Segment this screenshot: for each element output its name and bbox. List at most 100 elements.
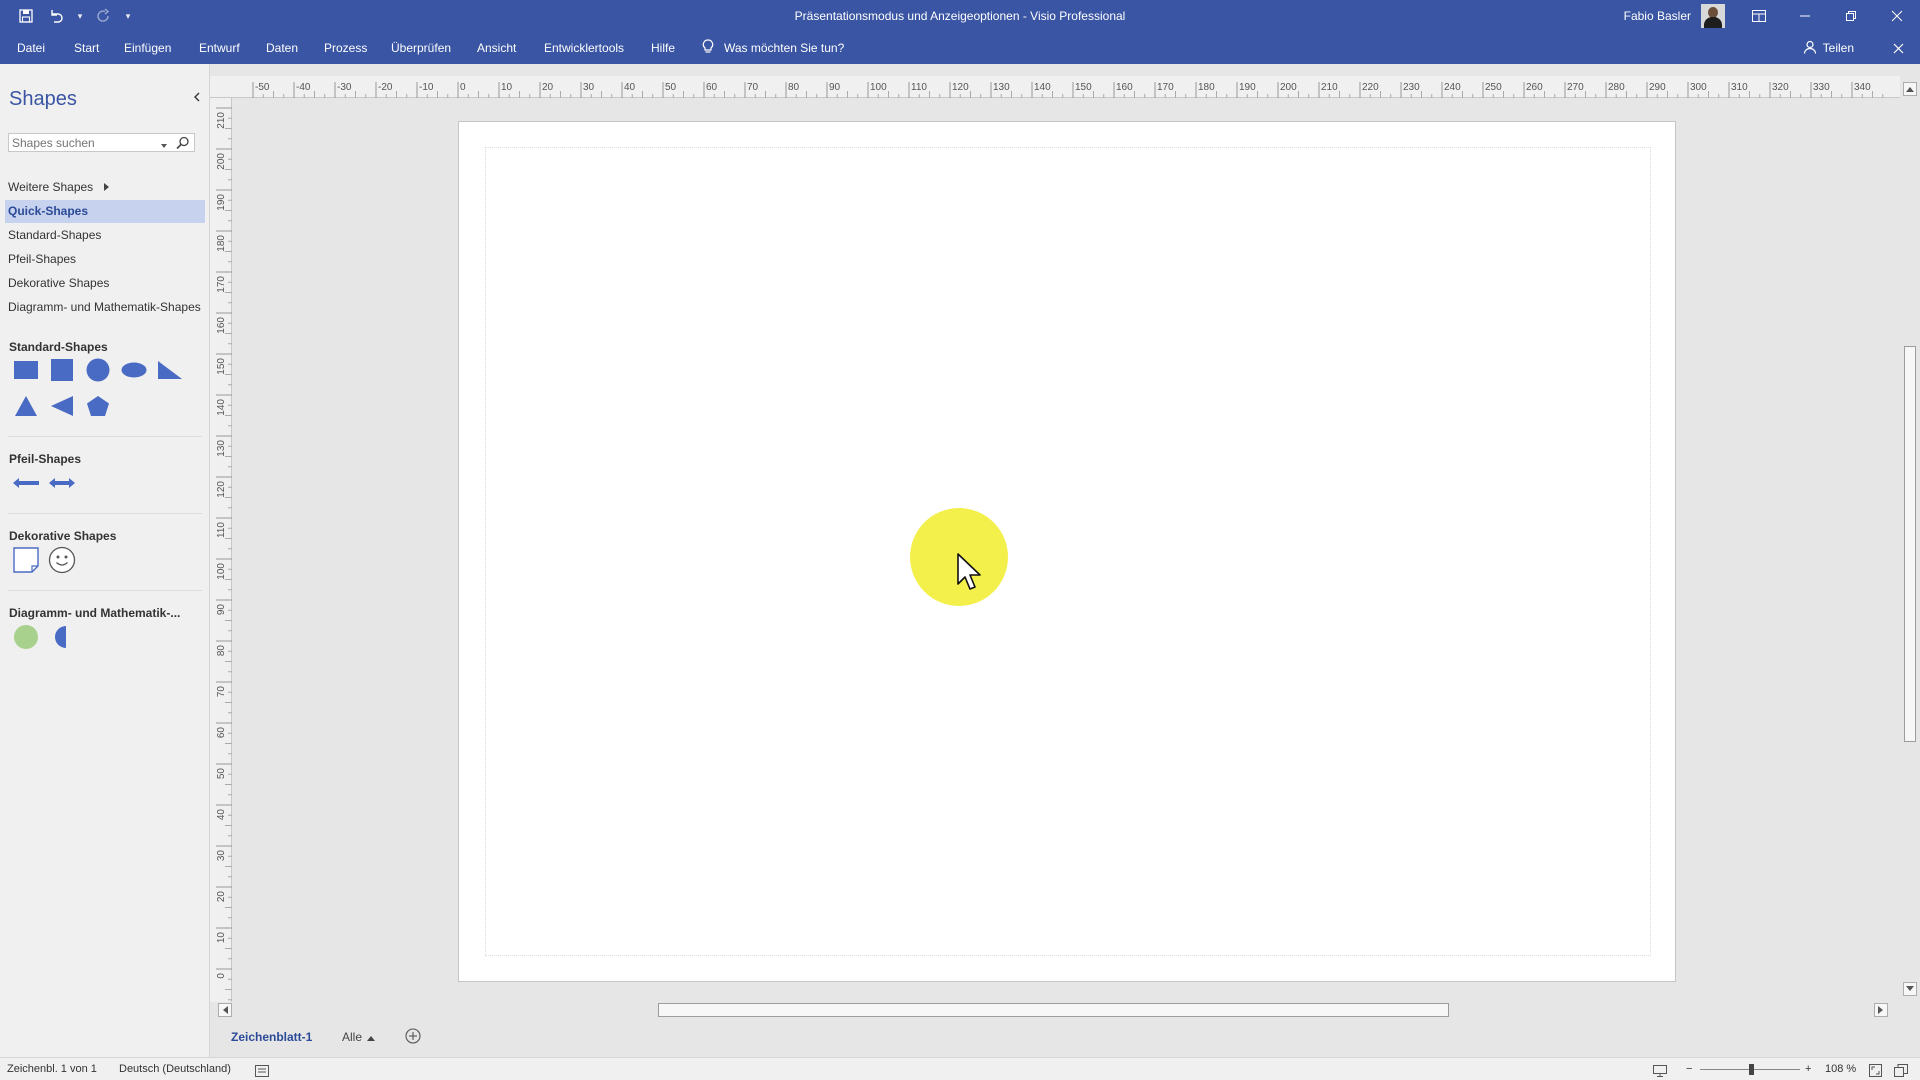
green-circle-shape[interactable] <box>11 622 41 652</box>
ruler-label: 270 <box>1567 82 1584 93</box>
menu-start[interactable]: Start <box>72 32 101 64</box>
menu-datei[interactable]: Datei <box>15 32 47 64</box>
menu-entwurf[interactable]: Entwurf <box>197 32 242 64</box>
ruler-label: 90 <box>829 82 841 93</box>
vertical-scrollbar[interactable] <box>1900 76 1920 1002</box>
circle-shape[interactable] <box>83 355 113 385</box>
menu-einfuegen[interactable]: Einfügen <box>122 32 173 64</box>
avatar[interactable] <box>1701 4 1725 28</box>
ribbon-display-options-icon[interactable] <box>1736 0 1782 32</box>
triangle-shape[interactable] <box>11 391 41 421</box>
fit-page-icon[interactable] <box>1869 1063 1882 1077</box>
horizontal-scrollbar[interactable] <box>210 1002 1900 1018</box>
macro-record-icon[interactable] <box>255 1063 269 1077</box>
ruler-label: 160 <box>216 317 227 334</box>
ruler-label: 100 <box>870 82 887 93</box>
chevron-left-icon[interactable] <box>190 90 204 104</box>
tab-zeichenblatt-1[interactable]: Zeichenblatt-1 <box>231 1030 312 1044</box>
menu-ansicht[interactable]: Ansicht <box>475 32 518 64</box>
right-triangle-shape[interactable] <box>155 355 185 385</box>
ruler-label: 230 <box>1403 82 1420 93</box>
double-arrow-shape[interactable] <box>47 468 77 498</box>
divider <box>8 436 202 437</box>
minimize-icon[interactable] <box>1782 0 1828 32</box>
vertical-scroll-thumb[interactable] <box>1904 346 1916 742</box>
switch-windows-icon[interactable] <box>1894 1063 1908 1077</box>
nav-item-arrow-shapes[interactable]: Pfeil-Shapes <box>5 248 205 271</box>
divider <box>8 513 202 514</box>
scroll-up-icon[interactable] <box>1903 82 1917 96</box>
arrow-left-shape[interactable] <box>11 468 41 498</box>
smiley-shape[interactable] <box>47 545 77 575</box>
ruler-label: 0 <box>216 973 227 979</box>
page-indicator[interactable]: Zeichenbl. 1 von 1 <box>7 1058 97 1080</box>
lightbulb-icon <box>702 38 714 58</box>
nav-item-math-shapes[interactable]: Diagramm- und Mathematik-Shapes <box>5 296 205 319</box>
ellipse-shape[interactable] <box>119 355 149 385</box>
menu-daten[interactable]: Daten <box>264 32 300 64</box>
ruler-label: 190 <box>216 194 227 211</box>
undo-dropdown-icon[interactable]: ▾ <box>74 4 86 28</box>
ruler-label: 300 <box>1690 82 1707 93</box>
zoom-slider-thumb[interactable] <box>1749 1064 1754 1075</box>
drawing-canvas[interactable] <box>232 98 1900 1002</box>
more-shapes-item[interactable]: Weitere Shapes <box>5 176 205 199</box>
ruler-label: 60 <box>706 82 718 93</box>
restore-icon[interactable] <box>1828 0 1874 32</box>
ruler-label: 40 <box>216 809 227 821</box>
presentation-mode-icon[interactable] <box>1653 1063 1667 1077</box>
user-account[interactable]: Fabio Basler <box>1624 0 1725 32</box>
menu-entwicklertools[interactable]: Entwicklertools <box>542 32 626 64</box>
ruler-label: 180 <box>216 235 227 252</box>
pentagon-shape[interactable] <box>83 391 113 421</box>
menu-prozess[interactable]: Prozess <box>322 32 369 64</box>
menu-hilfe[interactable]: Hilfe <box>649 32 677 64</box>
nav-item-standard-shapes[interactable]: Standard-Shapes <box>5 224 205 247</box>
status-bar: Zeichenbl. 1 von 1 Deutsch (Deutschland)… <box>0 1057 1920 1080</box>
menu-ueberpruefen[interactable]: Überprüfen <box>389 32 453 64</box>
ruler-label: -20 <box>378 82 393 93</box>
ruler-label: 250 <box>1485 82 1502 93</box>
nav-item-quick-shapes[interactable]: Quick-Shapes <box>5 200 205 223</box>
drawing-page[interactable] <box>458 121 1676 982</box>
collapse-ribbon-icon[interactable] <box>1886 32 1910 64</box>
horizontal-scroll-thumb[interactable] <box>658 1003 1449 1017</box>
rectangle-shape[interactable] <box>11 355 41 385</box>
save-icon[interactable] <box>14 4 38 28</box>
search-icon[interactable] <box>175 135 191 151</box>
ruler-label: 260 <box>1526 82 1543 93</box>
ruler-label: 340 <box>1854 82 1871 93</box>
triangle-left-shape[interactable] <box>47 391 77 421</box>
tell-me-box[interactable]: Was möchten Sie tun? <box>702 32 844 64</box>
chevron-down-icon[interactable] <box>160 139 168 148</box>
add-page-icon[interactable] <box>404 1027 422 1045</box>
zoom-in-icon[interactable]: + <box>1805 1058 1811 1080</box>
shapes-panel: Shapes Weitere Shapes Quick-Shapes Stand… <box>0 64 210 1057</box>
ruler-label: 200 <box>1280 82 1297 93</box>
undo-icon[interactable] <box>44 4 68 28</box>
all-pages-button[interactable]: Alle <box>342 1030 376 1044</box>
shape-search-input[interactable] <box>9 134 159 151</box>
ruler-label: 140 <box>216 399 227 416</box>
nav-item-decorative-shapes[interactable]: Dekorative Shapes <box>5 272 205 295</box>
close-icon[interactable] <box>1874 0 1920 32</box>
ruler-label: 330 <box>1813 82 1830 93</box>
ruler-label: 10 <box>216 932 227 944</box>
scroll-left-icon[interactable] <box>218 1003 232 1017</box>
ruler-label: 50 <box>665 82 677 93</box>
note-shape[interactable] <box>11 545 41 575</box>
ruler-label: 320 <box>1772 82 1789 93</box>
share-button[interactable]: Teilen <box>1803 32 1854 64</box>
zoom-out-icon[interactable]: − <box>1686 1058 1692 1080</box>
ruler-label: 70 <box>747 82 759 93</box>
pie-slice-shape[interactable] <box>47 622 77 652</box>
ruler-label: 60 <box>216 727 227 739</box>
ruler-label: 110 <box>216 522 227 538</box>
square-shape[interactable] <box>47 355 77 385</box>
zoom-level[interactable]: 108 % <box>1825 1058 1856 1080</box>
scroll-down-icon[interactable] <box>1903 982 1917 996</box>
language-indicator[interactable]: Deutsch (Deutschland) <box>119 1058 231 1080</box>
scroll-right-icon[interactable] <box>1874 1003 1888 1017</box>
redo-icon[interactable] <box>92 4 116 28</box>
customize-qat-icon[interactable]: ▾ <box>122 4 134 28</box>
